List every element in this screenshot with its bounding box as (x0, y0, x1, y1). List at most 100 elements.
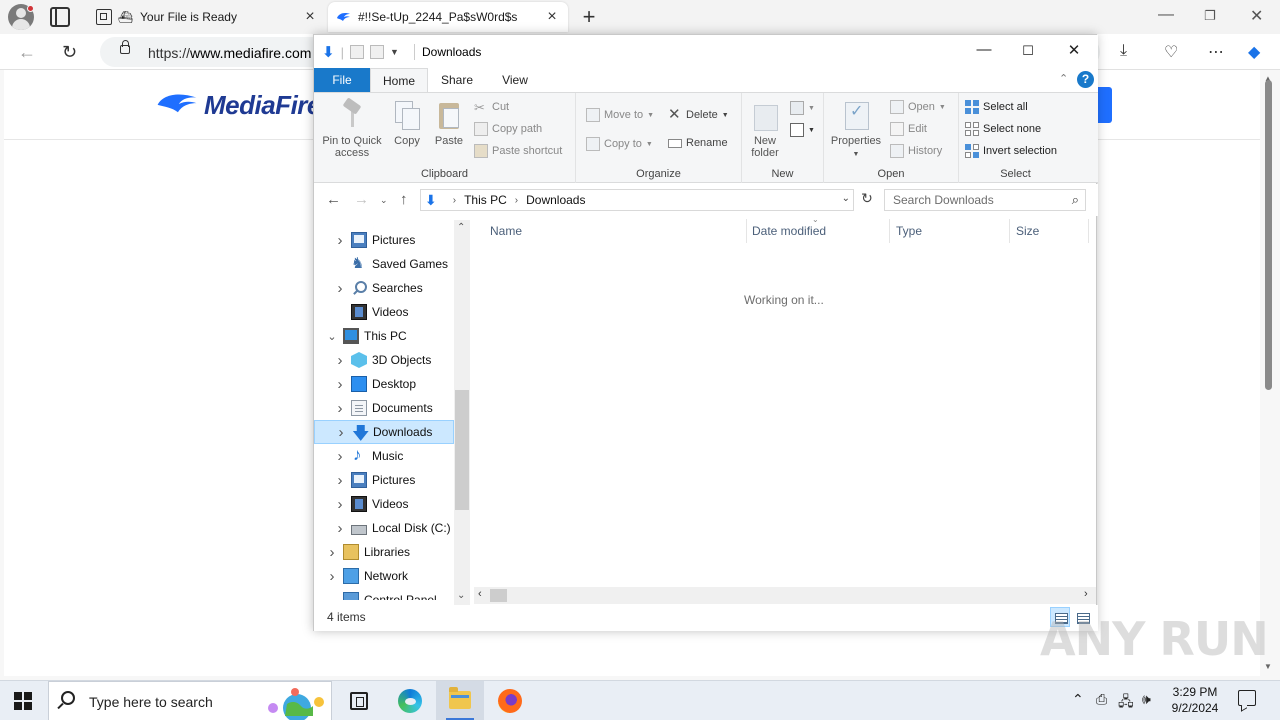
tab-home[interactable]: Home (370, 68, 428, 92)
help-icon[interactable]: ? (1077, 71, 1094, 88)
edit-button[interactable]: Edit (890, 122, 927, 136)
tree-item[interactable]: › Videos (314, 492, 454, 516)
select-all-button[interactable]: Select all (965, 100, 1028, 114)
notifications-icon[interactable] (1238, 690, 1256, 706)
tree-item[interactable]: › Pictures (314, 228, 454, 252)
up-folder-icon[interactable]: ↑ (400, 191, 408, 208)
close-tab-icon[interactable]: × (302, 8, 318, 26)
page-scrollbar[interactable]: ▲ ▼ (1262, 72, 1276, 676)
collapse-ribbon-icon[interactable]: ⌃ (1059, 72, 1068, 85)
new-tab-icon[interactable]: + (578, 4, 600, 30)
taskbar-edge[interactable] (386, 681, 434, 720)
column-divider[interactable] (1088, 219, 1089, 243)
navigation-scrollbar-thumb[interactable] (455, 390, 469, 510)
paste-button[interactable]: Paste (432, 99, 466, 147)
address-dropdown-icon[interactable]: ⌄ (842, 193, 850, 204)
mediafire-logo-text[interactable]: MediaFire (204, 90, 321, 121)
explorer-address-bar[interactable]: ⬇ › This PC › Downloads ⌄ (420, 189, 854, 211)
chevron-right-icon[interactable]: › (324, 544, 340, 561)
tab-actions-icon[interactable] (50, 7, 70, 27)
move-to-button[interactable]: Move to ▼ (586, 108, 654, 122)
copilot-icon[interactable]: ◆ (1248, 42, 1260, 62)
tree-item[interactable]: Videos (314, 300, 454, 324)
open-button[interactable]: Open ▼ (890, 100, 946, 114)
lock-icon[interactable] (120, 40, 130, 54)
chevron-right-icon[interactable]: › (333, 424, 349, 441)
network-icon[interactable]: 🖧 (1118, 691, 1134, 715)
tree-item[interactable]: ⌄ This PC (314, 324, 454, 348)
url-text[interactable]: https://www.mediafire.com (148, 45, 311, 61)
chevron-down-icon[interactable]: ⌄ (324, 594, 340, 601)
downloads-icon[interactable]: ⤓ (1120, 42, 1127, 60)
qat-new-folder-icon[interactable] (369, 45, 384, 59)
nav-scroll-up-icon[interactable]: ⌃ (457, 222, 465, 233)
copy-to-button[interactable]: Copy to ▼ (586, 137, 653, 151)
qat-properties-icon[interactable] (349, 45, 364, 59)
tab-view[interactable]: View (486, 68, 544, 92)
easy-access-button[interactable]: ▼ (790, 123, 815, 137)
chevron-right-icon[interactable]: › (332, 400, 348, 417)
copy-path-button[interactable]: Copy path (474, 122, 542, 136)
file-list-hscrollbar[interactable]: ‹ › (474, 587, 1096, 604)
tree-item[interactable]: › Music (314, 444, 454, 468)
chevron-right-icon[interactable]: › (332, 232, 348, 249)
taskbar-file-explorer[interactable] (436, 681, 484, 720)
select-none-button[interactable]: Select none (965, 122, 1041, 136)
start-windows-icon[interactable] (14, 692, 32, 710)
explorer-close-icon[interactable]: ✕ (1064, 41, 1084, 59)
navigation-scrollbar[interactable]: ⌃ ⌄ (454, 220, 470, 605)
explorer-minimize-icon[interactable]: — (974, 41, 994, 58)
new-item-button[interactable]: ▼ (790, 101, 815, 115)
explorer-back-icon[interactable]: ← (326, 191, 341, 208)
tree-item[interactable]: ⌄ Control Panel (314, 588, 454, 600)
crumb-separator-icon[interactable]: › (515, 195, 518, 206)
tree-item[interactable]: › Local Disk (C:) (314, 516, 454, 540)
crumb-this-pc[interactable]: This PC (464, 193, 507, 207)
restore-icon[interactable]: ❐ (1204, 8, 1216, 24)
tree-item[interactable]: › Downloads (314, 420, 454, 450)
tab-file[interactable]: File (314, 68, 370, 92)
chevron-right-icon[interactable]: › (332, 280, 348, 297)
tab-share[interactable]: Share (428, 68, 486, 92)
volume-icon[interactable]: 🕪 (1142, 691, 1151, 708)
tray-app-icon[interactable]: ⎙ (1096, 691, 1107, 708)
crumb-separator-icon[interactable]: › (453, 195, 456, 206)
system-clock[interactable]: 3:29 PM 9/2/2024 (1162, 684, 1228, 716)
close-window-icon[interactable]: ✕ (1250, 6, 1263, 26)
invert-selection-button[interactable]: Invert selection (965, 144, 1057, 158)
pin-quick-access-button[interactable]: Pin to Quick access (320, 99, 384, 159)
column-divider[interactable] (746, 219, 747, 243)
column-divider[interactable] (1009, 219, 1010, 243)
tree-item[interactable]: › Searches (314, 276, 454, 300)
browser-tab-your-file-ready[interactable]: ⛴ Your File is Ready × (88, 2, 326, 32)
tree-item[interactable]: Saved Games (314, 252, 454, 276)
refresh-icon[interactable]: ↻ (62, 42, 77, 63)
taskbar-search-box[interactable]: Type here to search (48, 681, 332, 720)
tree-item[interactable]: › 3D Objects (314, 348, 454, 372)
tree-item[interactable]: › Desktop (314, 372, 454, 396)
hscroll-left-icon[interactable]: ‹ (478, 588, 482, 600)
tree-item[interactable]: › Documents (314, 396, 454, 420)
delete-button[interactable]: ✕ Delete ▼ (668, 107, 729, 122)
chevron-right-icon[interactable]: › (332, 376, 348, 393)
back-icon[interactable]: ← (18, 42, 36, 63)
chevron-right-icon[interactable]: › (332, 496, 348, 513)
show-hidden-icons-icon[interactable]: ⌃ (1072, 691, 1084, 708)
explorer-refresh-icon[interactable]: ↻ (858, 190, 876, 210)
more-options-icon[interactable]: ⋯ (1208, 42, 1224, 62)
chevron-right-icon[interactable]: › (332, 520, 348, 537)
explorer-forward-icon[interactable]: → (354, 191, 369, 208)
copy-button[interactable]: Copy (390, 99, 424, 147)
tree-item[interactable]: › Libraries (314, 540, 454, 564)
column-size[interactable]: Size (1016, 223, 1039, 245)
search-downloads-input[interactable]: Search Downloads ⌕ (884, 189, 1086, 211)
close-tab-icon[interactable]: × (544, 8, 560, 26)
column-divider[interactable] (889, 219, 890, 243)
new-folder-button[interactable]: New folder (748, 99, 782, 159)
minimize-icon[interactable]: — (1158, 6, 1174, 24)
column-name[interactable]: Name (490, 223, 522, 245)
chevron-down-icon[interactable]: ⌄ (324, 330, 340, 343)
paste-shortcut-button[interactable]: Paste shortcut (474, 144, 562, 158)
chevron-right-icon[interactable]: › (332, 352, 348, 369)
hscroll-thumb[interactable] (490, 589, 507, 602)
